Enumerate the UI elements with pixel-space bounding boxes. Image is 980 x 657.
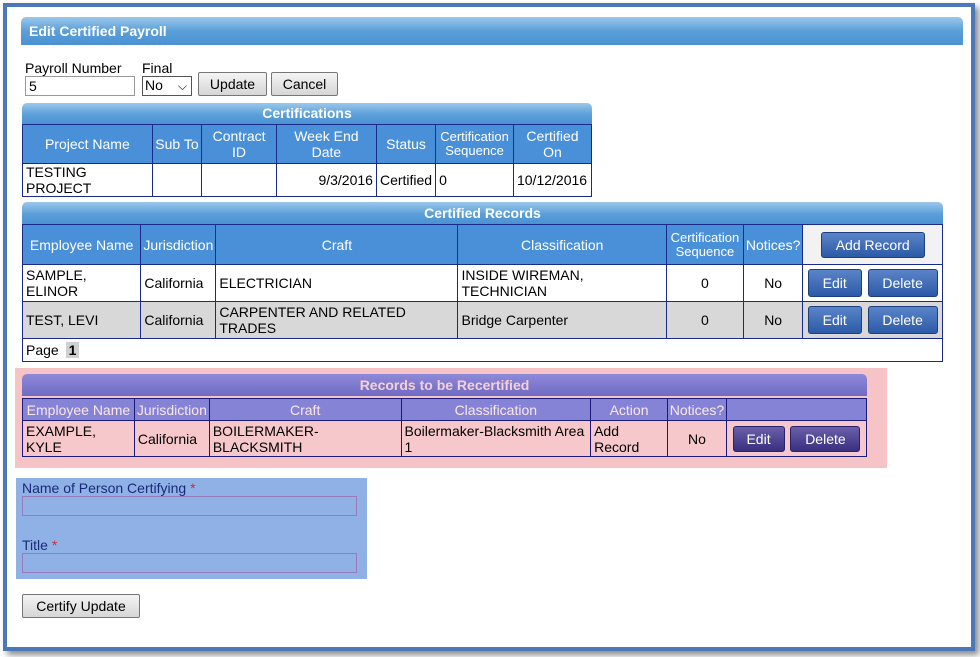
col-classification: Classification bbox=[400, 398, 592, 421]
cell-notices: No bbox=[742, 264, 804, 302]
certified-records-header-row: Employee Name Jurisdiction Craft Classif… bbox=[21, 224, 943, 265]
delete-button[interactable]: Delete bbox=[790, 425, 861, 452]
table-row: TESTING PROJECT 9/3/2016 Certified 0 10/… bbox=[22, 163, 593, 197]
col-classification: Classification bbox=[457, 224, 667, 265]
cell-actions: Edit Delete bbox=[802, 301, 943, 339]
col-sub-to: Sub To bbox=[151, 124, 203, 164]
cell-craft: ELECTRICIAN bbox=[215, 264, 459, 302]
col-employee-name: Employee Name bbox=[21, 224, 142, 265]
cell-actions: Edit Delete bbox=[802, 264, 943, 302]
cell-classification: INSIDE WIREMAN, TECHNICIAN bbox=[457, 264, 667, 302]
cell-status: Certified bbox=[375, 163, 437, 197]
cell-actions: Edit Delete bbox=[725, 420, 868, 457]
col-jurisdiction: Jurisdiction bbox=[133, 398, 210, 421]
title-label-text: Title bbox=[22, 537, 48, 553]
cell-certification-sequence: 0 bbox=[435, 163, 514, 197]
col-notices: Notices? bbox=[742, 224, 804, 265]
cell-certification-sequence: 0 bbox=[665, 301, 744, 339]
pager-current-page[interactable]: 1 bbox=[65, 342, 80, 358]
title-input[interactable] bbox=[22, 553, 357, 573]
table-row: SAMPLE, ELINOR California ELECTRICIAN IN… bbox=[21, 264, 943, 302]
col-notices: Notices? bbox=[666, 398, 727, 421]
col-certified-on: Certified On bbox=[512, 124, 593, 164]
cell-week-end-date: 9/3/2016 bbox=[275, 163, 377, 197]
col-contract-id: Contract ID bbox=[201, 124, 277, 164]
final-select-value: No bbox=[145, 77, 163, 93]
edit-button[interactable]: Edit bbox=[807, 306, 862, 334]
certify-update-button[interactable]: Certify Update bbox=[22, 594, 140, 618]
title-label: Title * bbox=[22, 537, 57, 553]
update-button[interactable]: Update bbox=[198, 72, 267, 96]
pager-label: Page bbox=[26, 342, 59, 358]
col-jurisdiction: Jurisdiction bbox=[140, 224, 217, 265]
cell-certification-sequence: 0 bbox=[665, 264, 744, 302]
cell-action: Add Record bbox=[590, 420, 668, 457]
col-actions: Add Record bbox=[802, 224, 943, 265]
pager-row: Page 1 bbox=[22, 338, 943, 362]
edit-button[interactable]: Edit bbox=[807, 269, 862, 297]
col-actions bbox=[725, 398, 868, 421]
required-mark: * bbox=[190, 480, 196, 496]
cell-classification: Boilermaker-Blacksmith Area 1 bbox=[400, 420, 592, 457]
col-week-end-date: Week End Date bbox=[275, 124, 377, 164]
delete-button[interactable]: Delete bbox=[867, 306, 938, 334]
col-certification-sequence: Certification Sequence bbox=[435, 124, 514, 164]
add-record-button[interactable]: Add Record bbox=[820, 231, 925, 258]
final-select[interactable]: No ⌵ bbox=[142, 76, 192, 96]
name-certifying-label-text: Name of Person Certifying bbox=[22, 480, 187, 496]
chevron-down-icon: ⌵ bbox=[177, 79, 187, 93]
cell-jurisdiction: California bbox=[133, 420, 210, 457]
col-certification-sequence: Certification Sequence bbox=[665, 224, 744, 265]
certified-records-table: Employee Name Jurisdiction Craft Classif… bbox=[21, 224, 943, 362]
page-title: Edit Certified Payroll bbox=[21, 17, 963, 45]
cell-employee-name: TEST, LEVI bbox=[21, 301, 142, 339]
recertify-title: Records to be Recertified bbox=[22, 374, 867, 396]
col-employee-name: Employee Name bbox=[22, 398, 135, 421]
payroll-number-input[interactable] bbox=[25, 76, 135, 96]
certified-records-title: Certified Records bbox=[22, 202, 943, 224]
name-certifying-input[interactable] bbox=[22, 496, 357, 516]
cell-jurisdiction: California bbox=[140, 264, 217, 302]
certifications-header-row: Project Name Sub To Contract ID Week End… bbox=[22, 124, 593, 164]
cell-sub-to bbox=[151, 163, 203, 197]
name-certifying-label: Name of Person Certifying * bbox=[22, 480, 196, 496]
col-project-name: Project Name bbox=[22, 124, 153, 164]
cell-certified-on: 10/12/2016 bbox=[512, 163, 593, 197]
table-row: TEST, LEVI California CARPENTER AND RELA… bbox=[21, 301, 943, 339]
col-status: Status bbox=[375, 124, 437, 164]
cell-contract-id bbox=[201, 163, 277, 197]
cell-notices: No bbox=[742, 301, 804, 339]
recertify-table: Employee Name Jurisdiction Craft Classif… bbox=[22, 398, 868, 457]
cell-classification: Bridge Carpenter bbox=[457, 301, 667, 339]
final-label: Final bbox=[142, 60, 173, 76]
pager: Page 1 bbox=[22, 338, 943, 362]
cell-craft: CARPENTER AND RELATED TRADES bbox=[215, 301, 459, 339]
col-action: Action bbox=[590, 398, 668, 421]
cancel-button[interactable]: Cancel bbox=[271, 72, 338, 96]
edit-button[interactable]: Edit bbox=[732, 425, 785, 452]
col-craft: Craft bbox=[215, 224, 459, 265]
cell-jurisdiction: California bbox=[140, 301, 217, 339]
cell-employee-name: EXAMPLE, KYLE bbox=[22, 420, 135, 457]
recertify-header-row: Employee Name Jurisdiction Craft Classif… bbox=[22, 398, 868, 421]
certifications-title: Certifications bbox=[22, 103, 592, 124]
cell-craft: BOILERMAKER-BLACKSMITH bbox=[208, 420, 402, 457]
certifications-table: Project Name Sub To Contract ID Week End… bbox=[22, 124, 593, 197]
required-mark: * bbox=[51, 537, 58, 553]
certify-panel: Name of Person Certifying * Title * bbox=[16, 478, 367, 579]
delete-button[interactable]: Delete bbox=[867, 269, 938, 297]
cell-project-name: TESTING PROJECT bbox=[22, 163, 153, 197]
payroll-number-label: Payroll Number bbox=[25, 60, 122, 76]
cell-notices: No bbox=[666, 420, 727, 457]
col-craft: Craft bbox=[208, 398, 402, 421]
cell-employee-name: SAMPLE, ELINOR bbox=[21, 264, 142, 302]
table-row: EXAMPLE, KYLE California BOILERMAKER-BLA… bbox=[22, 420, 868, 457]
